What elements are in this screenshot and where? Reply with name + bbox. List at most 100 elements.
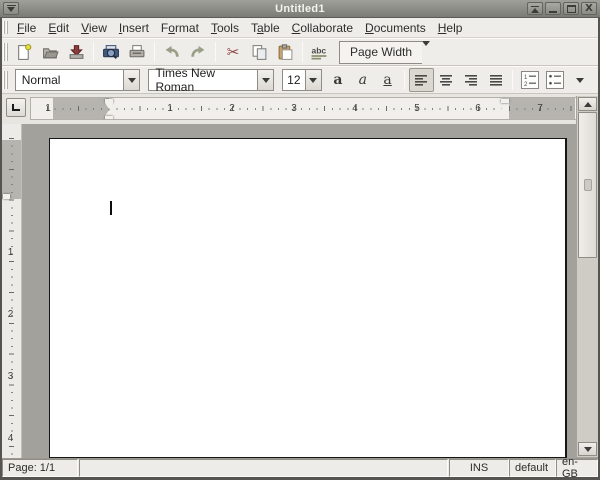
print-preview-icon [102, 44, 120, 61]
chevron-down-icon [7, 7, 15, 12]
shade-icon [531, 8, 539, 13]
page[interactable] [49, 138, 567, 458]
scrollbar-grip [584, 179, 592, 191]
insert-mode-indicator[interactable]: INS [449, 459, 509, 477]
align-center-icon [438, 72, 454, 88]
print-preview-button[interactable] [98, 40, 124, 64]
toolbar-overflow-button[interactable] [567, 68, 592, 92]
paste-clipboard-icon [277, 44, 294, 61]
document-canvas[interactable] [22, 124, 574, 458]
menu-format[interactable]: Format [155, 19, 205, 37]
zoom-dropdown-button[interactable] [422, 41, 430, 64]
top-margin-marker[interactable] [3, 194, 10, 199]
open-folder-icon [42, 44, 59, 61]
text-caret [110, 201, 112, 215]
align-center-button[interactable] [434, 68, 459, 92]
align-justify-icon [488, 72, 504, 88]
window-menu-button[interactable] [3, 2, 19, 15]
scroll-down-button[interactable] [578, 442, 597, 456]
spellcheck-icon: abc [310, 44, 330, 61]
chevron-down-icon [576, 78, 584, 83]
underline-button[interactable]: a [375, 68, 400, 92]
font-size-value[interactable]: 12 [282, 69, 304, 91]
print-button[interactable] [124, 40, 150, 64]
svg-text:abc: abc [312, 45, 327, 55]
redo-button[interactable] [185, 40, 211, 64]
scrollbar-thumb[interactable] [578, 112, 597, 258]
menu-file[interactable]: File [11, 19, 42, 37]
scroll-up-button[interactable] [578, 97, 597, 111]
right-indent-marker[interactable] [501, 99, 509, 103]
ruler-number: 2 [229, 102, 235, 116]
first-line-indent-marker[interactable] [105, 99, 113, 103]
separator [93, 42, 94, 62]
separator [404, 70, 405, 90]
vertical-ruler[interactable]: 1 2 3 4 [2, 124, 22, 458]
menu-insert[interactable]: Insert [113, 19, 155, 37]
font-size-dropdown-button[interactable] [305, 69, 322, 91]
zoom-combo: Page Width [339, 41, 430, 64]
minimize-icon [549, 11, 557, 13]
ruler-number: 7 [537, 102, 543, 116]
ruler-number: 4 [2, 433, 19, 444]
spellcheck-button[interactable]: abc [307, 40, 333, 64]
close-button[interactable]: X [581, 2, 597, 15]
new-document-button[interactable] [11, 40, 37, 64]
italic-button[interactable]: a [350, 68, 375, 92]
ruler-number: 3 [291, 102, 297, 116]
save-button[interactable] [63, 40, 89, 64]
align-right-button[interactable] [459, 68, 484, 92]
align-justify-button[interactable] [484, 68, 509, 92]
font-value[interactable]: Times New Roman [148, 69, 257, 91]
ruler-number: 1 [45, 102, 51, 116]
minimize-button[interactable] [545, 2, 561, 15]
font-dropdown-button[interactable] [257, 69, 274, 91]
tab-stop-selector-button[interactable] [6, 98, 26, 117]
menu-tools[interactable]: Tools [205, 19, 245, 37]
toolbar-format: Normal Times New Roman 12 a a a [2, 66, 598, 94]
toolbar-standard: ✂ abc Page Width [2, 38, 598, 66]
ruler-number: 3 [2, 371, 19, 382]
menu-documents[interactable]: Documents [359, 19, 432, 37]
left-indent-marker[interactable] [105, 116, 113, 120]
align-left-button[interactable] [409, 68, 434, 92]
horizontal-ruler[interactable]: 1 1 2 3 4 5 6 7 [30, 97, 577, 120]
menubar-grip[interactable] [3, 21, 8, 34]
ruler-number: 5 [414, 102, 420, 116]
italic-icon: a [359, 73, 367, 87]
menu-edit[interactable]: Edit [42, 19, 75, 37]
numbered-list-icon: 1 2 [521, 71, 539, 89]
titlebar[interactable]: Untitled1 X [0, 0, 600, 18]
underline-icon: a [383, 73, 391, 87]
cut-button[interactable]: ✂ [220, 40, 246, 64]
print-icon [128, 44, 146, 61]
menu-table[interactable]: Table [245, 19, 286, 37]
shade-button[interactable] [527, 2, 543, 15]
bold-button[interactable]: a [326, 68, 351, 92]
copy-button[interactable] [246, 40, 272, 64]
style-dropdown-button[interactable] [123, 69, 140, 91]
chevron-down-icon [128, 78, 136, 83]
maximize-button[interactable] [563, 2, 579, 15]
menu-view[interactable]: View [75, 19, 113, 37]
menu-collaborate[interactable]: Collaborate [286, 19, 359, 37]
style-indicator[interactable]: default [509, 459, 556, 477]
zoom-value[interactable]: Page Width [339, 41, 422, 64]
language-indicator[interactable]: en-GB [556, 459, 598, 477]
numbered-list-button[interactable]: 1 2 [517, 68, 542, 92]
redo-icon [189, 44, 207, 61]
ruler-number: 4 [352, 102, 358, 116]
style-combo: Normal [15, 69, 141, 91]
toolbar-grip[interactable] [3, 71, 8, 89]
open-button[interactable] [37, 40, 63, 64]
menubar: File Edit View Insert Format Tools Table… [2, 18, 598, 38]
menu-help[interactable]: Help [432, 19, 469, 37]
style-value[interactable]: Normal [15, 69, 124, 91]
paste-button[interactable] [272, 40, 298, 64]
vertical-scrollbar[interactable] [576, 96, 598, 457]
toolbar-grip[interactable] [3, 43, 8, 61]
chevron-down-icon [422, 41, 430, 46]
bulleted-list-button[interactable] [542, 68, 567, 92]
align-left-icon [413, 72, 429, 88]
undo-button[interactable] [159, 40, 185, 64]
